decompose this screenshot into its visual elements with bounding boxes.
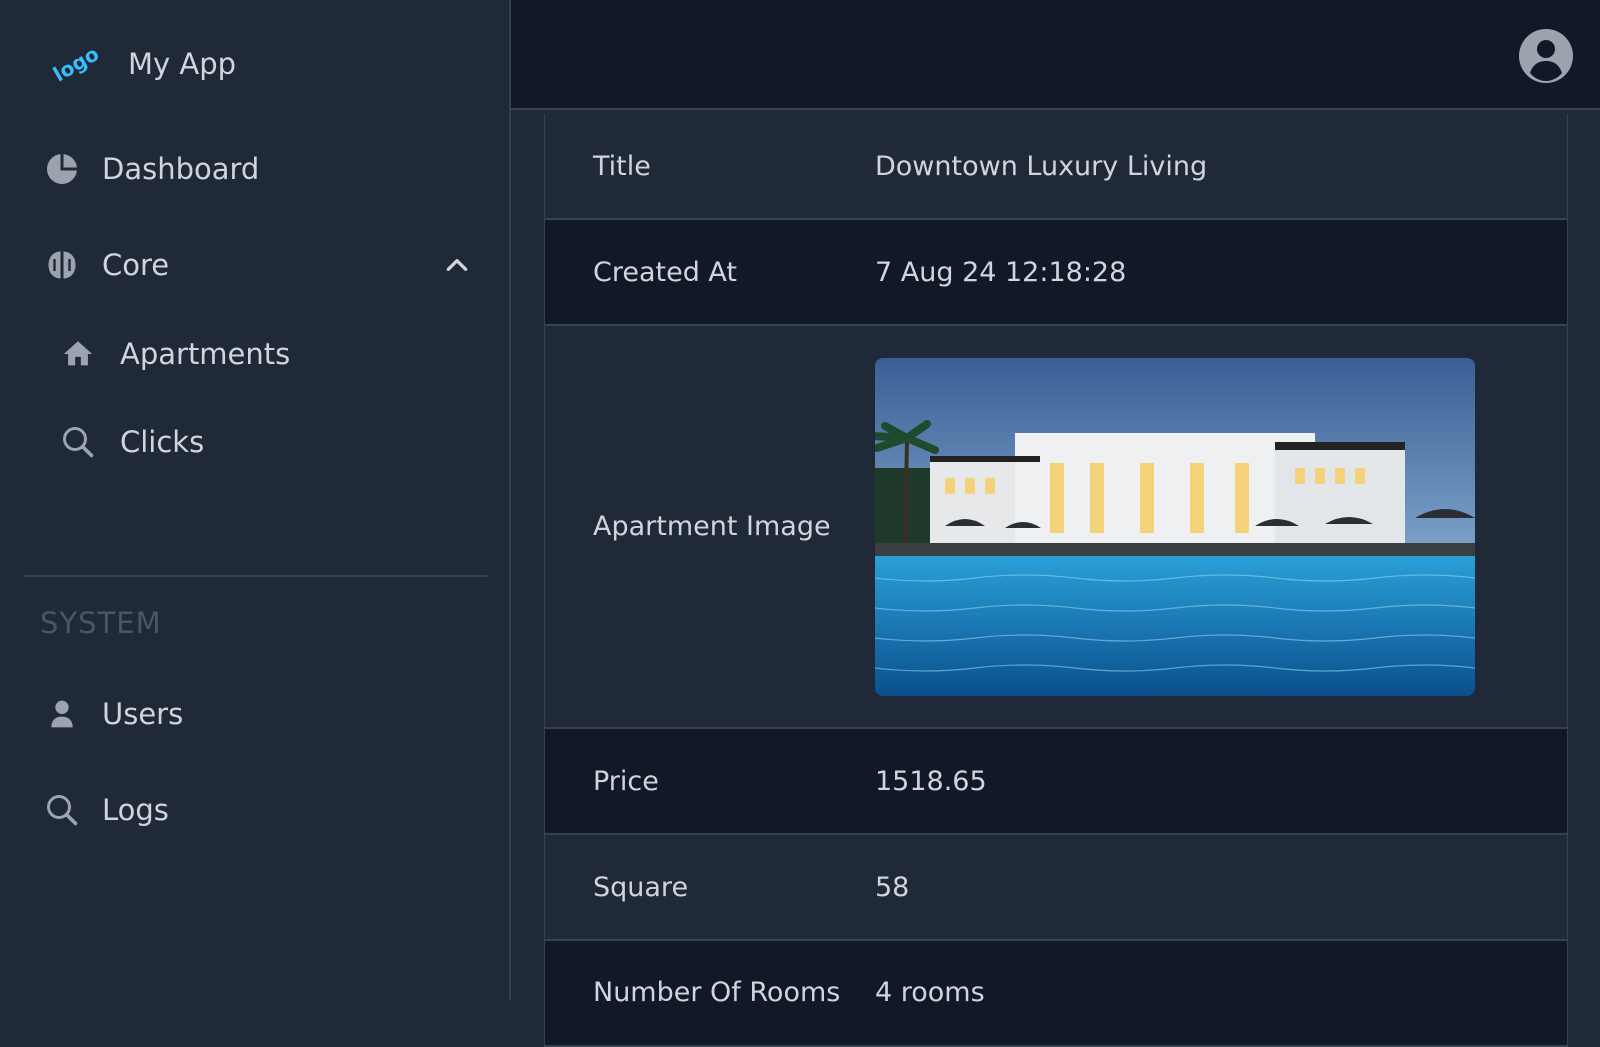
table-row: Title Downtown Luxury Living xyxy=(545,114,1567,220)
details-table: Title Downtown Luxury Living Created At … xyxy=(544,114,1568,1047)
brain-icon xyxy=(40,243,84,287)
table-row: Apartment Image xyxy=(545,326,1567,729)
search-icon xyxy=(40,788,84,832)
home-icon xyxy=(56,332,100,376)
brand[interactable]: logo My App xyxy=(40,34,236,94)
top-bar xyxy=(511,0,1600,110)
sidebar-item-label: Users xyxy=(102,697,184,731)
user-icon xyxy=(40,692,84,736)
logo: logo xyxy=(48,41,104,87)
field-value: 4 rooms xyxy=(875,977,985,1008)
table-row: Square 58 xyxy=(545,835,1567,941)
pie-chart-icon xyxy=(40,147,84,191)
sidebar-item-users[interactable]: Users xyxy=(40,684,183,744)
app-name: My App xyxy=(128,47,237,81)
table-row: Created At 7 Aug 24 12:18:28 xyxy=(545,220,1567,326)
section-title-system: SYSTEM xyxy=(40,606,162,640)
sidebar-item-label: Clicks xyxy=(120,425,205,459)
field-label: Title xyxy=(593,150,651,182)
field-label: Square xyxy=(593,871,689,903)
sidebar-item-label: Apartments xyxy=(120,337,291,371)
table-row: Price 1518.65 xyxy=(545,729,1567,835)
field-value: 1518.65 xyxy=(875,765,987,797)
table-row: Number Of Rooms 4 rooms xyxy=(545,941,1567,1047)
field-value: 7 Aug 24 12:18:28 xyxy=(875,256,1127,288)
sidebar-divider xyxy=(24,575,487,577)
field-label: Number Of Rooms xyxy=(593,977,841,1008)
field-label: Price xyxy=(593,765,659,797)
field-value: 58 xyxy=(875,871,910,903)
field-value: Downtown Luxury Living xyxy=(875,150,1208,182)
sidebar: logo My App Dashboard Core Apartments Cl… xyxy=(0,0,511,1000)
field-value xyxy=(875,357,1567,696)
search-icon xyxy=(56,420,100,464)
sidebar-item-clicks[interactable]: Clicks xyxy=(56,412,204,472)
field-label: Apartment Image xyxy=(593,511,831,542)
sidebar-item-label: Logs xyxy=(102,793,169,827)
user-circle-icon[interactable] xyxy=(1518,28,1574,84)
chevron-up-icon[interactable] xyxy=(442,250,472,280)
sidebar-item-core[interactable]: Core xyxy=(40,235,169,295)
sidebar-item-label: Dashboard xyxy=(102,152,260,186)
sidebar-item-logs[interactable]: Logs xyxy=(40,780,169,840)
apartment-image[interactable] xyxy=(875,357,1475,696)
sidebar-item-label: Core xyxy=(102,248,170,282)
field-label: Created At xyxy=(593,256,738,288)
sidebar-item-dashboard[interactable]: Dashboard xyxy=(40,139,259,199)
sidebar-item-apartments[interactable]: Apartments xyxy=(56,324,290,384)
